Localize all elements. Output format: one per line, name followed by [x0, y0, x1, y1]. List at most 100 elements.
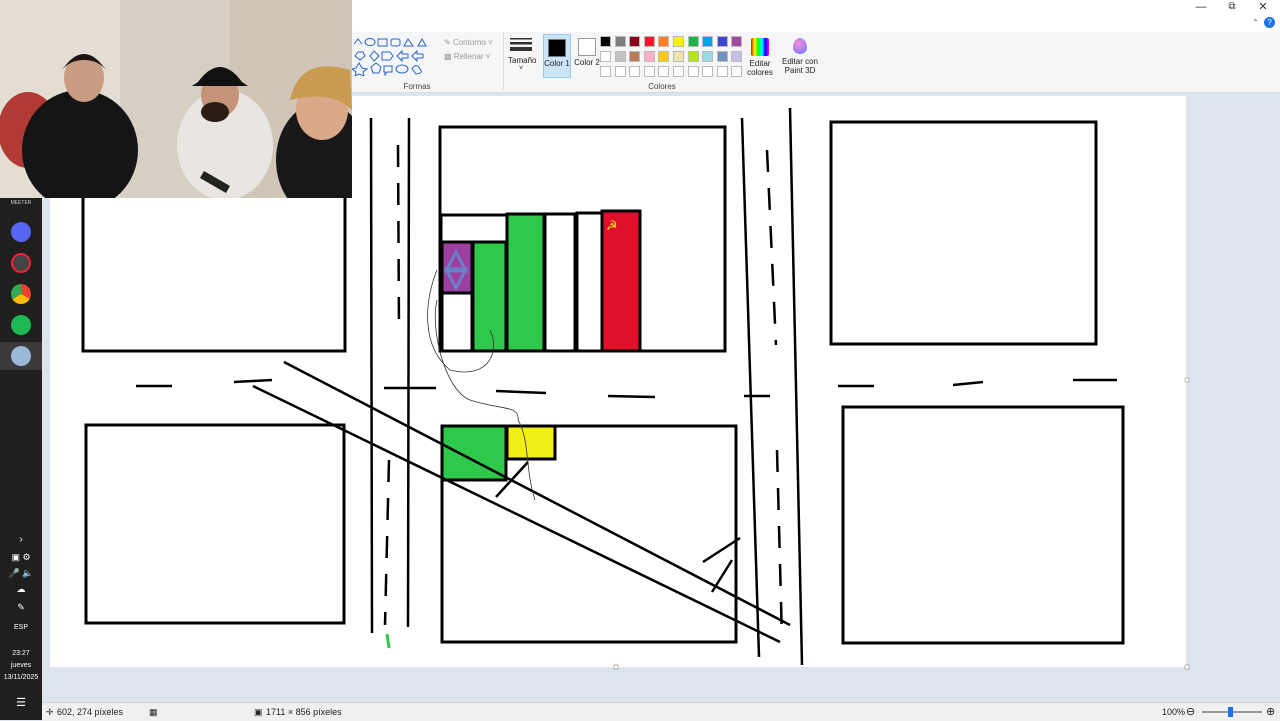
obs-icon[interactable]: [11, 253, 31, 273]
paint3d-icon: [793, 38, 807, 54]
canvas-size: 1711 × 856 píxeles: [266, 707, 342, 717]
taskbar: MEETER › ▣ ⚙ 🎤 🔈 ☁ ✎ ESP 23:27 jueves 13…: [0, 198, 42, 720]
palette-swatch[interactable]: [643, 51, 655, 62]
colors-group-label: Colores: [648, 82, 676, 91]
palette-swatch-empty[interactable]: [731, 66, 743, 77]
palette-swatch[interactable]: [658, 36, 670, 47]
shapes-group-label: Formas: [403, 82, 431, 91]
zoom-level: 100%: [1162, 707, 1186, 717]
palette-swatch[interactable]: [687, 51, 699, 62]
shapes-gallery[interactable]: [352, 36, 442, 76]
palette-swatch[interactable]: [673, 36, 684, 47]
close-button[interactable]: ✕: [1247, 0, 1279, 16]
chevron-down-icon: ˅: [518, 65, 524, 72]
resize-handle-corner: [1184, 664, 1190, 670]
title-bar: — ⧉ ✕ ? ⌃: [352, 0, 1280, 32]
webcam-image: [0, 0, 352, 198]
building-white-right: [575, 211, 604, 353]
ribbon-separator: [503, 32, 504, 90]
tray-icons[interactable]: ▣ ⚙: [0, 552, 42, 563]
building-white-top: [439, 213, 509, 244]
palette-swatch[interactable]: [731, 36, 743, 47]
canvas-size-icon: ▣: [254, 707, 263, 717]
color2-label: Color 2: [574, 58, 600, 67]
minimize-button[interactable]: —: [1185, 0, 1217, 16]
spotify-icon[interactable]: [11, 315, 31, 335]
palette-swatch[interactable]: [687, 36, 699, 47]
building-white-mid: [543, 212, 577, 353]
palette-swatch-empty[interactable]: [658, 66, 670, 77]
palette-swatch[interactable]: [614, 36, 626, 47]
palette-swatch[interactable]: [614, 51, 626, 62]
edit-colors-button[interactable]: Editar colores: [746, 36, 774, 80]
green-mark: [385, 633, 391, 649]
palette-swatch[interactable]: [629, 51, 641, 62]
palette-swatch[interactable]: [629, 36, 641, 47]
palette-swatch-empty[interactable]: [716, 66, 728, 77]
palette-swatch[interactable]: [673, 51, 684, 62]
palette-swatch[interactable]: [658, 51, 670, 62]
building-white-left: [440, 291, 474, 353]
palette-swatch[interactable]: [716, 36, 728, 47]
restore-button[interactable]: ⧉: [1216, 0, 1248, 16]
palette-swatch[interactable]: [600, 36, 611, 47]
color1-swatch: [548, 39, 566, 57]
outline-label: Contorno: [452, 38, 486, 47]
paint3d-label: Editar con Paint 3D: [781, 57, 819, 75]
building-green-tall: [505, 212, 546, 353]
mic-volume-icons[interactable]: 🎤 🔈: [0, 568, 42, 579]
color1-button[interactable]: Color 1: [543, 34, 571, 78]
clock-time[interactable]: 23:27: [0, 650, 42, 657]
palette-swatch-empty[interactable]: [702, 66, 714, 77]
color2-button[interactable]: Color 2: [573, 34, 601, 78]
palette-swatch[interactable]: [731, 51, 743, 62]
palette-swatch-empty[interactable]: [614, 66, 626, 77]
zoom-slider-thumb[interactable]: [1228, 707, 1233, 717]
palette-swatch[interactable]: [702, 51, 714, 62]
webcam-overlay: [0, 0, 352, 198]
palette-swatch[interactable]: [643, 36, 655, 47]
line-width-icon: [510, 38, 532, 51]
status-bar: ✛ 602, 274 píxeles ▦ ▣ 1711 × 856 píxele…: [42, 702, 1280, 721]
outline-button[interactable]: ✎ Contorno ˅: [444, 38, 493, 47]
paint3d-button[interactable]: Editar con Paint 3D: [780, 36, 820, 80]
building-green-small: [471, 240, 508, 353]
selection-size-icon: ▦: [149, 707, 158, 717]
cursor-position: 602, 274 píxeles: [57, 707, 124, 717]
fill-button[interactable]: ▩ Rellenar ˅: [444, 52, 490, 61]
paint-taskbar-item[interactable]: [0, 342, 42, 370]
discord-icon[interactable]: [11, 222, 31, 242]
chevron-up-icon[interactable]: ⌃: [1252, 18, 1259, 27]
zoom-in-button[interactable]: ⊕: [1266, 705, 1275, 718]
zoom-slider[interactable]: [1202, 707, 1262, 717]
cursor-position-icon: ✛: [46, 707, 54, 717]
palette-swatch-empty[interactable]: [629, 66, 641, 77]
palette-swatch-empty[interactable]: [673, 66, 684, 77]
palette-swatch-empty[interactable]: [600, 66, 611, 77]
zoom-out-button[interactable]: ⊖: [1186, 705, 1195, 718]
size-button[interactable]: Tamaño ˅: [508, 36, 537, 78]
palette-swatch-empty[interactable]: [687, 66, 699, 77]
pen-icon[interactable]: ✎: [0, 602, 42, 613]
resize-handle-bottom: [613, 664, 619, 670]
app-label: MEETER: [10, 200, 32, 206]
cloud-icon[interactable]: ☁: [0, 584, 42, 595]
building-yellow: [505, 424, 557, 461]
palette-swatch[interactable]: [702, 36, 714, 47]
color2-swatch: [578, 38, 596, 56]
edit-colors-label: Editar colores: [747, 59, 773, 77]
chevron-right-icon[interactable]: ›: [0, 534, 42, 545]
help-icon[interactable]: ?: [1264, 17, 1275, 28]
palette-swatch-empty[interactable]: [643, 66, 655, 77]
paint-icon: [11, 346, 31, 366]
resize-handle-right: [1184, 377, 1190, 383]
clock-day: jueves: [10, 662, 32, 669]
language-indicator[interactable]: ESP: [0, 624, 42, 631]
notifications-icon[interactable]: ☰: [0, 696, 42, 709]
palette-swatch[interactable]: [600, 51, 611, 62]
clock-date: 13/11/2025: [3, 674, 39, 681]
palette-swatch[interactable]: [716, 51, 728, 62]
size-label: Tamaño: [508, 56, 537, 65]
color1-label: Color 1: [544, 59, 570, 68]
chrome-icon[interactable]: [11, 284, 31, 304]
